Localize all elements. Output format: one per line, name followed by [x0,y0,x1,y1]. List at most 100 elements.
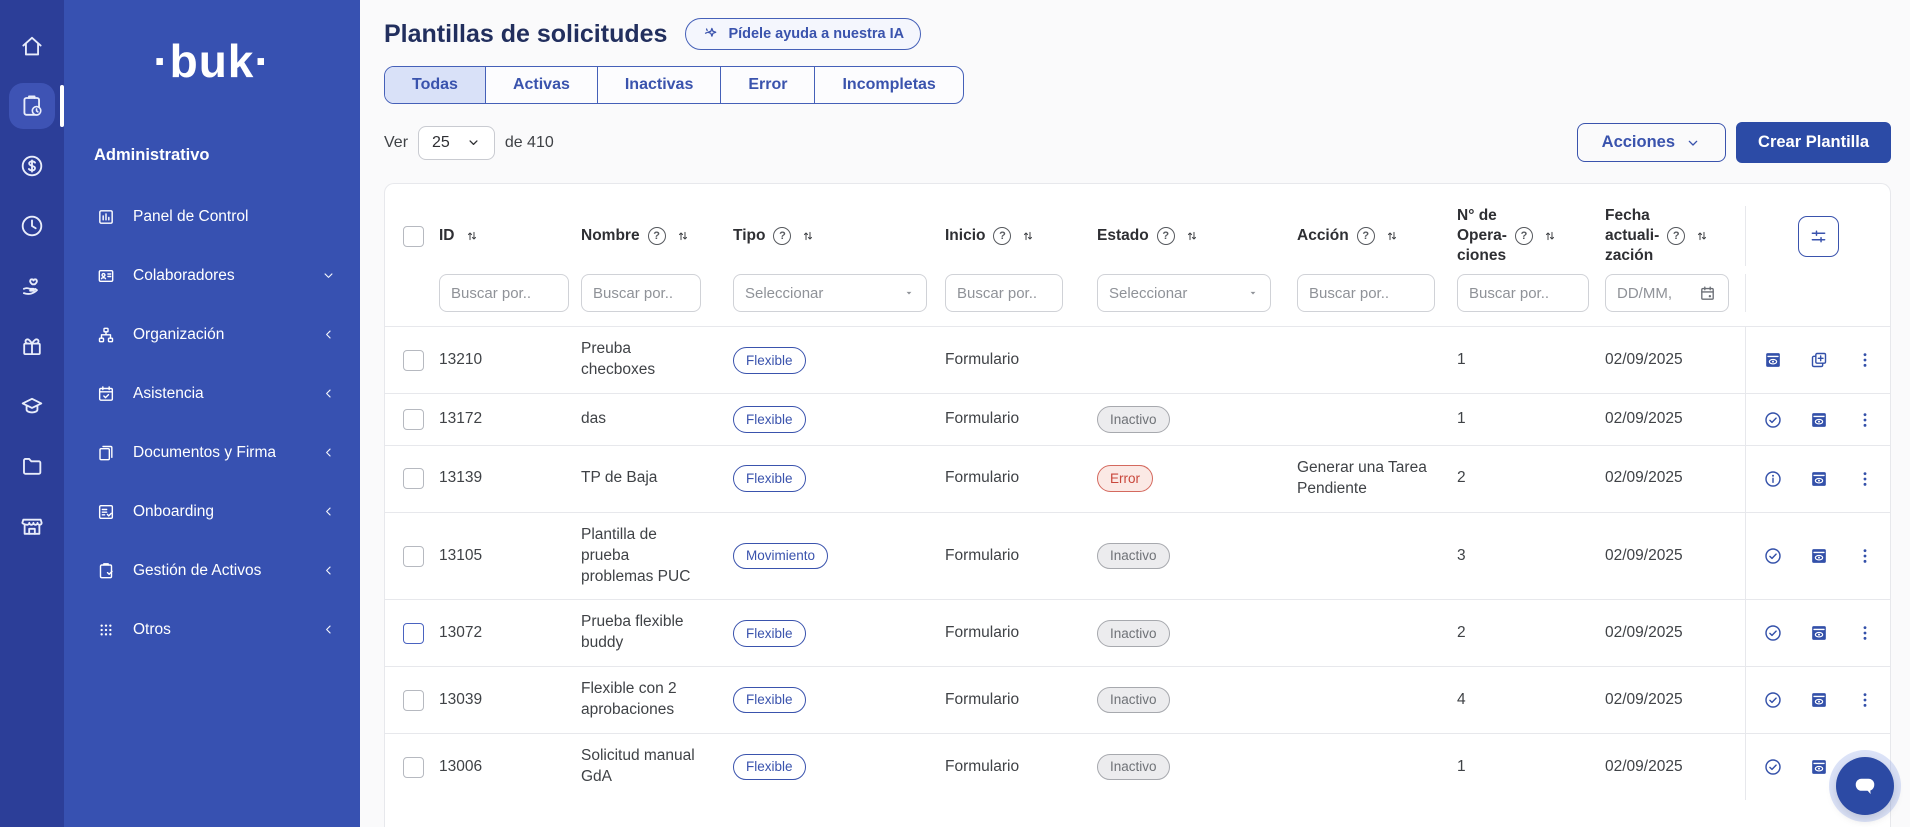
preview-icon[interactable] [1809,469,1829,489]
sort-icon[interactable] [1021,229,1035,243]
filter-operaciones-input[interactable]: Buscar por.. [1457,274,1589,312]
sidebar-item-organizacion[interactable]: Organización [64,305,360,364]
rail-item-clipboard-clock[interactable] [9,83,55,129]
preview-icon[interactable] [1809,690,1829,710]
row-checkbox[interactable] [403,350,424,371]
row-checkbox[interactable] [403,409,424,430]
sort-icon[interactable] [465,229,479,243]
kebab-menu-icon[interactable] [1855,546,1875,566]
filter-id-input[interactable]: Buscar por.. [439,274,569,312]
chevron-left-icon [321,327,336,342]
gift-icon [19,333,45,359]
nombre-value: TP de Baja [581,468,657,489]
kebab-menu-icon[interactable] [1855,469,1875,489]
check-circle-icon[interactable] [1763,757,1783,777]
preview-icon[interactable] [1809,757,1829,777]
check-circle-icon[interactable] [1763,623,1783,643]
sidebar-item-panel-de-control[interactable]: Panel de Control [64,187,360,246]
select-all-checkbox[interactable] [403,226,424,247]
tab-todas[interactable]: Todas [385,67,485,103]
sort-icon[interactable] [1543,229,1557,243]
column-settings-button[interactable] [1798,216,1839,257]
table-row[interactable]: 13072Prueba flexible buddyFlexibleFormul… [385,599,1890,666]
rail-item-storefront[interactable] [9,503,55,549]
rail-item-gift[interactable] [9,323,55,369]
filter-placeholder: Buscar por.. [1309,285,1389,302]
row-checkbox[interactable] [403,546,424,567]
rail-item-folder[interactable] [9,443,55,489]
tipo-badge: Flexible [733,406,806,433]
chat-button[interactable] [1836,757,1894,815]
cell-nombre: Preuba checboxes [579,327,731,393]
sort-icon[interactable] [1185,229,1199,243]
filter-placeholder: Buscar por.. [957,285,1037,302]
filter-estado-input[interactable]: Seleccionar [1097,274,1271,312]
column-header-fecha: Fecha actuali- zación? [1603,206,1745,266]
templates-table: IDNombre?Tipo?Inicio?Estado?Acción?N° de… [384,183,1891,827]
sidebar-item-colaboradores[interactable]: Colaboradores [64,246,360,305]
kebab-menu-icon[interactable] [1855,690,1875,710]
rail-item-dollar[interactable] [9,143,55,189]
sidebar-item-documentos-y-firma[interactable]: Documentos y Firma [64,423,360,482]
help-icon[interactable]: ? [1667,227,1685,245]
crear-plantilla-button[interactable]: Crear Plantilla [1736,122,1891,163]
filter-accion-input[interactable]: Buscar por.. [1297,274,1435,312]
sort-icon[interactable] [1385,229,1399,243]
row-checkbox[interactable] [403,690,424,711]
help-icon[interactable]: ? [1357,227,1375,245]
help-icon[interactable]: ? [773,227,791,245]
preview-icon[interactable] [1809,623,1829,643]
filter-placeholder: Seleccionar [1109,285,1187,302]
preview-icon[interactable] [1763,350,1783,370]
sort-icon[interactable] [801,229,815,243]
preview-icon[interactable] [1809,410,1829,430]
sidebar-item-otros[interactable]: Otros [64,600,360,659]
sidebar-item-onboarding[interactable]: Onboarding [64,482,360,541]
table-row[interactable]: 13172dasFlexibleFormularioInactivo102/09… [385,393,1890,445]
filter-fecha-input[interactable]: DD/MM, [1605,274,1729,312]
sidebar-item-gestion-de-activos[interactable]: Gestión de Activos [64,541,360,600]
kebab-menu-icon[interactable] [1855,410,1875,430]
check-circle-icon[interactable] [1763,546,1783,566]
filter-nombre-input[interactable]: Buscar por.. [581,274,701,312]
help-icon[interactable]: ? [648,227,666,245]
kebab-menu-icon[interactable] [1855,623,1875,643]
table-row[interactable]: 13006Solicitud manual GdAFlexibleFormula… [385,733,1890,800]
cell-nombre: Plantilla de prueba problemas PUC [579,513,731,600]
table-row[interactable]: 13039Flexible con 2 aprobacionesFlexible… [385,666,1890,733]
row-checkbox[interactable] [403,468,424,489]
row-checkbox[interactable] [403,623,424,644]
filter-inicio-input[interactable]: Buscar por.. [945,274,1063,312]
table-row[interactable]: 13210Preuba checboxesFlexibleFormulario1… [385,326,1890,393]
sort-icon[interactable] [1695,229,1709,243]
page-size-select[interactable]: 25 [418,126,495,160]
tab-inactivas[interactable]: Inactivas [597,67,720,103]
filter-tipo-input[interactable]: Seleccionar [733,274,927,312]
table-row[interactable]: 13139TP de BajaFlexibleFormularioErrorGe… [385,445,1890,512]
tab-activas[interactable]: Activas [485,67,597,103]
check-circle-icon[interactable] [1763,410,1783,430]
kebab-menu-icon[interactable] [1855,350,1875,370]
sidebar-item-asistencia[interactable]: Asistencia [64,364,360,423]
tab-error[interactable]: Error [720,67,814,103]
tab-incompletas[interactable]: Incompletas [814,67,962,103]
filter-cell-estado: Seleccionar [1095,274,1295,312]
preview-icon[interactable] [1809,546,1829,566]
help-icon[interactable]: ? [1515,227,1533,245]
rail-item-home[interactable] [9,23,55,69]
check-circle-icon[interactable] [1763,690,1783,710]
filter-placeholder: DD/MM, [1617,285,1672,302]
rail-item-hand-heart[interactable] [9,263,55,309]
row-checkbox[interactable] [403,757,424,778]
acciones-button[interactable]: Acciones [1577,123,1726,162]
table-row[interactable]: 13105Plantilla de prueba problemas PUCMo… [385,512,1890,600]
sort-icon[interactable] [676,229,690,243]
help-icon[interactable]: ? [1157,227,1175,245]
help-icon[interactable]: ? [993,227,1011,245]
ai-help-button[interactable]: Pídele ayuda a nuestra IA [685,18,921,50]
duplicate-icon[interactable] [1809,350,1829,370]
rail-item-graduation-cap[interactable] [9,383,55,429]
tipo-badge: Flexible [733,465,806,492]
info-circle-icon[interactable] [1763,469,1783,489]
rail-item-clock[interactable] [9,203,55,249]
